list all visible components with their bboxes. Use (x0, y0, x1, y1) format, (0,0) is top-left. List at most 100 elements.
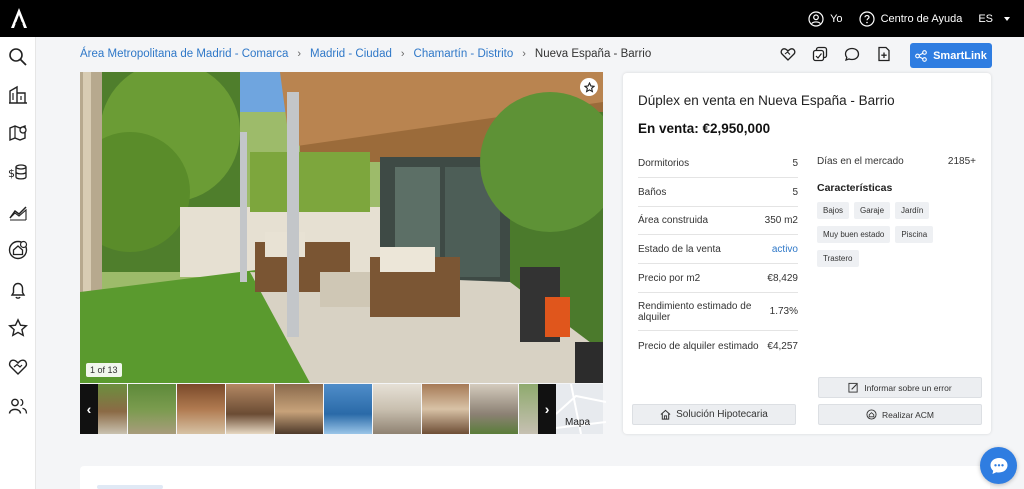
star-icon (583, 81, 595, 93)
listing-price: En venta: €2,950,000 (638, 121, 771, 136)
fact-label: Área construida (638, 215, 709, 226)
chevron-left-icon[interactable]: ‹ (80, 384, 98, 434)
handshake-icon[interactable] (8, 357, 28, 377)
report-error-label: Informar sobre un error (864, 382, 952, 393)
listing-title: Dúplex en venta en Nueva España - Barrio (638, 93, 895, 108)
fact-label: Precio por m2 (638, 272, 701, 284)
thumbnail[interactable] (372, 384, 421, 434)
breadcrumb-item-comarca[interactable]: Área Metropolitana de Madrid - Comarca (80, 48, 288, 60)
main-photo[interactable] (80, 72, 603, 383)
fact-value: 5 (792, 158, 798, 169)
thumbnail[interactable] (225, 384, 274, 434)
chevron-right-icon[interactable]: › (538, 384, 557, 434)
top-bar: Yo Centro de Ayuda ES (0, 0, 1024, 37)
language-selector[interactable]: ES (978, 13, 1010, 25)
user-icon (808, 10, 824, 27)
add-document-icon[interactable] (876, 46, 892, 62)
chevron-down-icon (1004, 16, 1010, 21)
report-error-button[interactable]: Informar sobre un error (818, 377, 982, 398)
copy-icon[interactable] (812, 46, 828, 62)
fact-value: €4,257 (767, 340, 798, 352)
breadcrumb-item-distrito[interactable]: Chamartín - Distrito (414, 48, 514, 60)
help-icon (858, 10, 875, 27)
smartlink-button[interactable]: SmartLink (910, 43, 992, 68)
logo[interactable] (10, 7, 28, 29)
breadcrumb: Área Metropolitana de Madrid - Comarca ›… (80, 48, 651, 60)
fact-row: Área construida 350 m2 (638, 207, 798, 235)
fact-row: Precio de alquiler estimado €4,257 (638, 331, 798, 361)
feature-tag: Piscina (895, 226, 934, 243)
fact-label: Precio de alquiler estimado (638, 340, 759, 352)
feature-tag: Garaje (854, 202, 891, 219)
comment-icon[interactable] (844, 46, 860, 62)
chart-icon[interactable] (8, 202, 28, 222)
sidebar: $ (0, 37, 36, 489)
chevron-right-icon: › (297, 48, 302, 60)
mortgage-solution-label: Solución Hipotecaria (676, 409, 768, 420)
mortgage-solution-button[interactable]: Solución Hipotecaria (632, 404, 796, 425)
fact-row: Dormitorios 5 (638, 150, 798, 178)
user-label: Yo (830, 12, 843, 25)
fact-value: 350 m2 (764, 215, 798, 226)
chevron-right-icon: › (522, 48, 526, 60)
home-alert-icon[interactable] (8, 240, 28, 260)
feature-tag: Bajos (817, 202, 850, 219)
fact-row: Baños 5 (638, 178, 798, 207)
share-icon (915, 49, 927, 62)
thumbnail[interactable] (97, 384, 127, 434)
fact-label: Estado de la venta (638, 243, 721, 255)
acm-button[interactable]: Realizar ACM (818, 404, 982, 425)
thumbnail[interactable] (421, 384, 470, 434)
thumbnail[interactable] (176, 384, 225, 434)
thumbnail[interactable] (274, 384, 323, 434)
thumbnail[interactable] (470, 384, 519, 434)
fact-label: Dormitorios (638, 158, 690, 169)
features-title: Características (817, 182, 893, 194)
help-center-link[interactable]: Centro de Ayuda (858, 10, 962, 27)
fact-label: Rendimiento estimado de alquiler (638, 300, 752, 323)
search-icon[interactable] (8, 47, 28, 67)
thumbnail[interactable] (127, 384, 176, 434)
star-icon[interactable] (8, 318, 28, 338)
fact-row: Precio por m2 €8,429 (638, 264, 798, 293)
favorite-button[interactable] (580, 78, 598, 96)
buildings-icon[interactable] (8, 85, 28, 105)
fact-row: Estado de la venta activo (638, 235, 798, 264)
bell-icon[interactable] (8, 280, 28, 300)
acm-label: Realizar ACM (882, 409, 934, 420)
thumbnail-strip: ‹ › Mapa (80, 384, 607, 434)
fact-value: €8,429 (767, 272, 798, 284)
map-thumbnail[interactable]: Mapa (556, 384, 607, 434)
fact-value: 5 (792, 186, 798, 198)
thumbnail[interactable] (519, 384, 539, 434)
features-tags: Bajos Garaje Jardín Muy buen estado Pisc… (817, 202, 967, 267)
facts-list: Dormitorios 5 Baños 5 Área construida 35… (638, 150, 798, 361)
photo-counter: 1 of 13 (86, 363, 122, 377)
heart-handshake-icon[interactable] (780, 46, 796, 62)
valuation-icon[interactable]: $ (8, 162, 28, 182)
days-on-market-row: Días en el mercado 2185+ (817, 156, 976, 167)
fact-value: 1.73% (769, 306, 798, 317)
valuation-icon (866, 409, 877, 420)
home-icon (660, 409, 671, 420)
map-icon[interactable] (8, 123, 28, 143)
map-label: Mapa (565, 417, 591, 428)
bottom-panel (80, 466, 990, 489)
svg-text:$: $ (8, 167, 15, 180)
breadcrumb-item-ciudad[interactable]: Madrid - Ciudad (310, 48, 392, 60)
chat-icon (990, 457, 1007, 474)
chat-button[interactable] (980, 447, 1017, 484)
smartlink-label: SmartLink (933, 49, 987, 62)
listing-card: Dúplex en venta en Nueva España - Barrio… (623, 73, 991, 434)
sale-status-link[interactable]: activo (772, 244, 798, 255)
feature-tag: Trastero (817, 250, 859, 267)
breadcrumb-current: Nueva España - Barrio (534, 48, 652, 60)
chevron-right-icon: › (400, 48, 405, 60)
edit-icon (848, 382, 858, 393)
market-info: Días en el mercado 2185+ Características… (817, 156, 976, 267)
language-label: ES (978, 12, 993, 25)
users-icon[interactable] (8, 396, 28, 416)
fact-row: Rendimiento estimado de alquiler 1.73% (638, 293, 798, 331)
user-menu[interactable]: Yo (808, 10, 843, 27)
thumbnail[interactable] (323, 384, 372, 434)
